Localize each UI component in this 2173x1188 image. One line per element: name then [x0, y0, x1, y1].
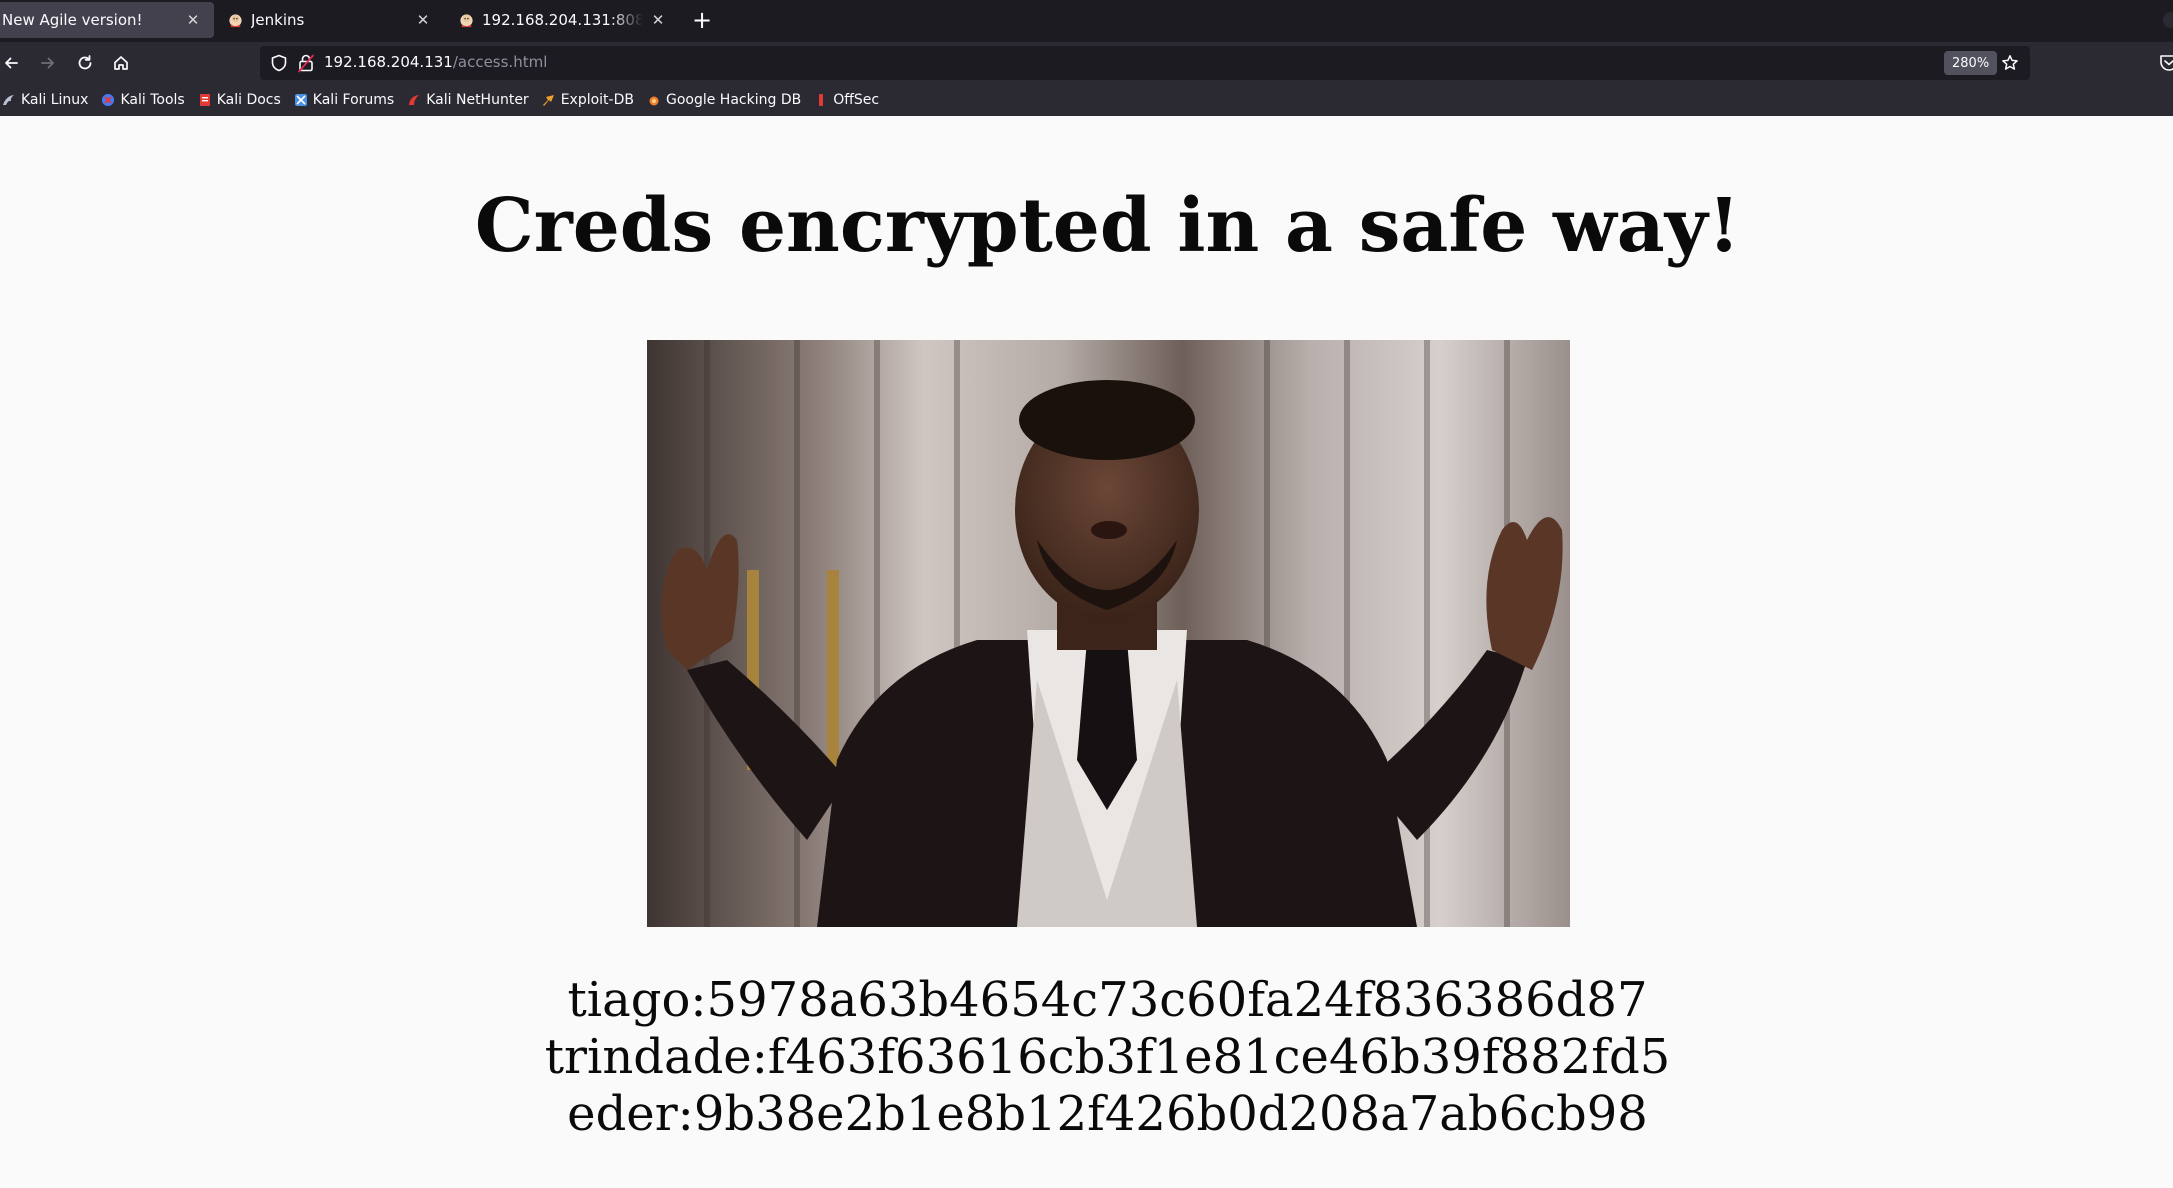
credentials-list: tiago:5978a63b4654c73c60fa24f836386d87 t…	[0, 972, 2173, 1143]
bookmark-kali-nethunter[interactable]: Kali NetHunter	[407, 92, 529, 108]
kali-docs-icon	[199, 94, 210, 106]
home-icon	[114, 56, 128, 70]
forward-arrow-icon	[41, 57, 54, 69]
bookmark-label: Kali NetHunter	[426, 92, 529, 108]
insecure-lock-icon[interactable]	[297, 53, 315, 73]
bookmark-kali-linux[interactable]: Kali Linux	[2, 92, 88, 108]
bookmark-label: Kali Tools	[120, 92, 185, 108]
offsec-icon	[819, 94, 824, 106]
kali-nethunter-icon	[409, 95, 420, 105]
close-icon[interactable]: ✕	[184, 11, 202, 29]
credential-line: trindade:f463f63616cb3f1e81ce46b39f882fd…	[544, 1029, 1671, 1085]
credential-line: tiago:5978a63b4654c73c60fa24f836386d87	[567, 972, 1648, 1028]
page-heading: Creds encrypted in a safe way!	[474, 183, 1741, 269]
bookmark-kali-docs[interactable]: Kali Docs	[198, 92, 281, 108]
pocket-icon[interactable]	[2158, 52, 2173, 74]
page-content: Creds encrypted in a safe way! tiago:597…	[0, 116, 2173, 1188]
back-button[interactable]	[0, 48, 26, 78]
jenkins-icon	[460, 13, 473, 27]
kali-dragon-icon	[3, 95, 14, 105]
tab-192-168-204-131-8080[interactable]: 192.168.204.131:8080/rob ✕	[447, 2, 679, 38]
tab-title: New Agile version!	[2, 11, 143, 29]
bookmark-label: Kali Forums	[312, 92, 395, 108]
url-host: 192.168.204.131	[324, 53, 453, 71]
browser-chrome: New Agile version! ✕ Jenkins ✕ 192.168.2…	[0, 0, 2173, 116]
kali-forums-icon	[294, 94, 307, 106]
url-path: /access.html	[452, 53, 548, 71]
star-icon	[2002, 55, 2018, 70]
new-tab-button[interactable]: +	[688, 6, 716, 34]
reload-icon	[78, 55, 92, 70]
bookmark-label: Kali Linux	[21, 92, 89, 108]
credential-line: eder:9b38e2b1e8b12f426b0d208a7ab6cb98	[567, 1086, 1648, 1142]
forward-button[interactable]	[33, 48, 63, 78]
bookmark-exploit-db[interactable]: Exploit-DB	[542, 92, 634, 108]
bookmark-google-hacking-db[interactable]: Google Hacking DB	[647, 92, 801, 108]
tab-strip: New Agile version! ✕ Jenkins ✕ 192.168.2…	[0, 0, 2173, 42]
close-icon[interactable]: ✕	[414, 11, 432, 29]
tab-overflow-icon[interactable]	[2163, 12, 2173, 28]
tuxedo-man-image	[647, 340, 1570, 927]
tab-title: 192.168.204.131:8080/rob	[482, 11, 643, 29]
tab-jenkins[interactable]: Jenkins ✕	[216, 2, 444, 38]
bookmark-kali-tools[interactable]: Kali Tools	[101, 92, 185, 108]
home-button[interactable]	[106, 48, 136, 78]
bookmark-label: Exploit-DB	[560, 92, 634, 108]
url-bar[interactable]: 192.168.204.131/access.html 280%	[260, 46, 2030, 80]
jenkins-icon	[229, 13, 242, 27]
url-text[interactable]: 192.168.204.131/access.html	[324, 53, 547, 71]
bookmark-offsec[interactable]: OffSec	[814, 92, 879, 108]
bookmark-label: Google Hacking DB	[665, 92, 802, 108]
close-icon[interactable]: ✕	[649, 11, 667, 29]
exploit-db-icon	[542, 95, 554, 106]
tab-title: Jenkins	[251, 11, 305, 29]
tab-new-agile-version[interactable]: New Agile version! ✕	[0, 2, 214, 38]
ghdb-icon	[649, 96, 659, 106]
bookmark-label: OffSec	[833, 92, 880, 108]
man-in-tuxedo-photo	[647, 340, 1570, 927]
back-arrow-icon	[5, 57, 18, 69]
bookmark-star-button[interactable]	[1998, 51, 2022, 75]
bookmark-kali-forums[interactable]: Kali Forums	[294, 92, 394, 108]
tracking-protection-shield-icon[interactable]	[270, 54, 288, 72]
nav-bar: 192.168.204.131/access.html 280%	[0, 42, 2173, 84]
zoom-level-button[interactable]: 280%	[1944, 51, 1998, 75]
reload-button[interactable]	[70, 48, 100, 78]
bookmark-label: Kali Docs	[216, 92, 281, 108]
kali-tools-icon	[102, 94, 115, 106]
bookmarks-toolbar: Kali Linux Kali Tools Kali Docs Kali For…	[0, 84, 2173, 116]
